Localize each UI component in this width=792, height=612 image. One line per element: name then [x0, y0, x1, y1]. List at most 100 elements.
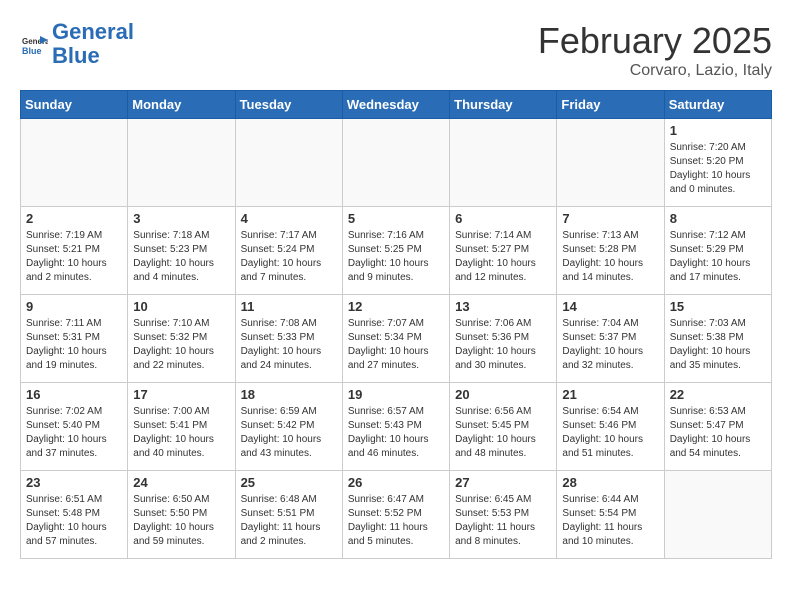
day-number: 12	[348, 299, 444, 314]
calendar-subtitle: Corvaro, Lazio, Italy	[538, 62, 772, 80]
weekday-header-saturday: Saturday	[664, 91, 771, 119]
day-cell	[21, 119, 128, 207]
logo-icon: General Blue	[20, 30, 48, 58]
week-row-1: 1 Sunrise: 7:20 AM Sunset: 5:20 PM Daylig…	[21, 119, 772, 207]
weekday-header-sunday: Sunday	[21, 91, 128, 119]
day-cell: 19 Sunrise: 6:57 AM Sunset: 5:43 PM Dayli…	[342, 383, 449, 471]
day-cell	[128, 119, 235, 207]
day-number: 7	[562, 211, 658, 226]
day-info: Sunrise: 7:06 AM Sunset: 5:36 PM Dayligh…	[455, 317, 551, 373]
calendar-table: SundayMondayTuesdayWednesdayThursdayFrid…	[20, 90, 772, 559]
day-number: 25	[241, 475, 337, 490]
day-cell: 7Sunrise: 7:13 AM Sunset: 5:28 PM Daylig…	[557, 207, 664, 295]
day-cell: 14 Sunrise: 7:04 AM Sunset: 5:37 PM Dayli…	[557, 295, 664, 383]
day-info: Sunrise: 7:08 AM Sunset: 5:33 PM Dayligh…	[241, 317, 337, 373]
day-info: Sunrise: 7:10 AM Sunset: 5:32 PM Dayligh…	[133, 317, 229, 373]
day-info: Sunrise: 6:56 AM Sunset: 5:45 PM Dayligh…	[455, 405, 551, 461]
weekday-header-tuesday: Tuesday	[235, 91, 342, 119]
day-cell: 1 Sunrise: 7:20 AM Sunset: 5:20 PM Daylig…	[664, 119, 771, 207]
day-info: Sunrise: 7:19 AM Sunset: 5:21 PM Dayligh…	[26, 229, 122, 285]
day-info: Sunrise: 6:45 AM Sunset: 5:53 PM Dayligh…	[455, 493, 551, 549]
day-cell: 13 Sunrise: 7:06 AM Sunset: 5:36 PM Dayli…	[450, 295, 557, 383]
day-cell: 11 Sunrise: 7:08 AM Sunset: 5:33 PM Dayli…	[235, 295, 342, 383]
day-number: 1	[670, 123, 766, 138]
day-info: Sunrise: 6:44 AM Sunset: 5:54 PM Dayligh…	[562, 493, 658, 549]
day-cell: 18 Sunrise: 6:59 AM Sunset: 5:42 PM Dayli…	[235, 383, 342, 471]
day-cell: 21 Sunrise: 6:54 AM Sunset: 5:46 PM Dayli…	[557, 383, 664, 471]
day-cell	[664, 471, 771, 559]
logo: General Blue General Blue	[20, 20, 134, 68]
day-number: 16	[26, 387, 122, 402]
day-cell: 22Sunrise: 6:53 AM Sunset: 5:47 PM Dayli…	[664, 383, 771, 471]
day-number: 28	[562, 475, 658, 490]
day-info: Sunrise: 6:50 AM Sunset: 5:50 PM Dayligh…	[133, 493, 229, 549]
day-cell	[557, 119, 664, 207]
day-info: Sunrise: 6:51 AM Sunset: 5:48 PM Dayligh…	[26, 493, 122, 549]
day-number: 19	[348, 387, 444, 402]
week-row-4: 16 Sunrise: 7:02 AM Sunset: 5:40 PM Dayli…	[21, 383, 772, 471]
day-number: 18	[241, 387, 337, 402]
day-info: Sunrise: 7:11 AM Sunset: 5:31 PM Dayligh…	[26, 317, 122, 373]
day-info: Sunrise: 7:17 AM Sunset: 5:24 PM Dayligh…	[241, 229, 337, 285]
day-info: Sunrise: 7:12 AM Sunset: 5:29 PM Dayligh…	[670, 229, 766, 285]
day-info: Sunrise: 7:18 AM Sunset: 5:23 PM Dayligh…	[133, 229, 229, 285]
day-info: Sunrise: 7:14 AM Sunset: 5:27 PM Dayligh…	[455, 229, 551, 285]
week-row-5: 23 Sunrise: 6:51 AM Sunset: 5:48 PM Dayli…	[21, 471, 772, 559]
day-cell: 27 Sunrise: 6:45 AM Sunset: 5:53 PM Dayli…	[450, 471, 557, 559]
day-cell: 20Sunrise: 6:56 AM Sunset: 5:45 PM Dayli…	[450, 383, 557, 471]
day-info: Sunrise: 7:00 AM Sunset: 5:41 PM Dayligh…	[133, 405, 229, 461]
day-info: Sunrise: 7:20 AM Sunset: 5:20 PM Dayligh…	[670, 141, 766, 197]
day-number: 26	[348, 475, 444, 490]
day-number: 27	[455, 475, 551, 490]
day-cell: 15 Sunrise: 7:03 AM Sunset: 5:38 PM Dayli…	[664, 295, 771, 383]
day-number: 15	[670, 299, 766, 314]
day-number: 5	[348, 211, 444, 226]
day-number: 10	[133, 299, 229, 314]
day-cell: 23 Sunrise: 6:51 AM Sunset: 5:48 PM Dayli…	[21, 471, 128, 559]
day-cell: 26 Sunrise: 6:47 AM Sunset: 5:52 PM Dayli…	[342, 471, 449, 559]
day-number: 11	[241, 299, 337, 314]
weekday-header-wednesday: Wednesday	[342, 91, 449, 119]
day-number: 23	[26, 475, 122, 490]
day-number: 3	[133, 211, 229, 226]
day-info: Sunrise: 7:02 AM Sunset: 5:40 PM Dayligh…	[26, 405, 122, 461]
day-cell: 5 Sunrise: 7:16 AM Sunset: 5:25 PM Daylig…	[342, 207, 449, 295]
day-cell: 25 Sunrise: 6:48 AM Sunset: 5:51 PM Dayli…	[235, 471, 342, 559]
day-cell	[235, 119, 342, 207]
day-cell: 16 Sunrise: 7:02 AM Sunset: 5:40 PM Dayli…	[21, 383, 128, 471]
day-info: Sunrise: 6:59 AM Sunset: 5:42 PM Dayligh…	[241, 405, 337, 461]
day-number: 2	[26, 211, 122, 226]
day-cell: 17 Sunrise: 7:00 AM Sunset: 5:41 PM Dayli…	[128, 383, 235, 471]
day-cell: 3 Sunrise: 7:18 AM Sunset: 5:23 PM Daylig…	[128, 207, 235, 295]
day-info: Sunrise: 7:16 AM Sunset: 5:25 PM Dayligh…	[348, 229, 444, 285]
weekday-header-row: SundayMondayTuesdayWednesdayThursdayFrid…	[21, 91, 772, 119]
day-number: 8	[670, 211, 766, 226]
day-info: Sunrise: 6:57 AM Sunset: 5:43 PM Dayligh…	[348, 405, 444, 461]
weekday-header-friday: Friday	[557, 91, 664, 119]
page-header: General Blue General Blue February 2025 …	[20, 20, 772, 80]
day-cell: 8 Sunrise: 7:12 AM Sunset: 5:29 PM Daylig…	[664, 207, 771, 295]
weekday-header-thursday: Thursday	[450, 91, 557, 119]
day-info: Sunrise: 7:03 AM Sunset: 5:38 PM Dayligh…	[670, 317, 766, 373]
day-number: 24	[133, 475, 229, 490]
day-number: 21	[562, 387, 658, 402]
day-info: Sunrise: 6:54 AM Sunset: 5:46 PM Dayligh…	[562, 405, 658, 461]
svg-text:Blue: Blue	[22, 46, 42, 56]
day-info: Sunrise: 6:48 AM Sunset: 5:51 PM Dayligh…	[241, 493, 337, 549]
day-number: 14	[562, 299, 658, 314]
logo-general: General	[52, 19, 134, 44]
day-cell	[450, 119, 557, 207]
day-number: 9	[26, 299, 122, 314]
day-number: 13	[455, 299, 551, 314]
calendar-title: February 2025	[538, 20, 772, 62]
day-number: 17	[133, 387, 229, 402]
day-cell: 28 Sunrise: 6:44 AM Sunset: 5:54 PM Dayli…	[557, 471, 664, 559]
day-info: Sunrise: 6:47 AM Sunset: 5:52 PM Dayligh…	[348, 493, 444, 549]
day-cell: 2 Sunrise: 7:19 AM Sunset: 5:21 PM Daylig…	[21, 207, 128, 295]
week-row-2: 2 Sunrise: 7:19 AM Sunset: 5:21 PM Daylig…	[21, 207, 772, 295]
day-info: Sunrise: 7:04 AM Sunset: 5:37 PM Dayligh…	[562, 317, 658, 373]
day-cell: 6Sunrise: 7:14 AM Sunset: 5:27 PM Daylig…	[450, 207, 557, 295]
day-cell: 24 Sunrise: 6:50 AM Sunset: 5:50 PM Dayli…	[128, 471, 235, 559]
weekday-header-monday: Monday	[128, 91, 235, 119]
day-info: Sunrise: 6:53 AM Sunset: 5:47 PM Dayligh…	[670, 405, 766, 461]
